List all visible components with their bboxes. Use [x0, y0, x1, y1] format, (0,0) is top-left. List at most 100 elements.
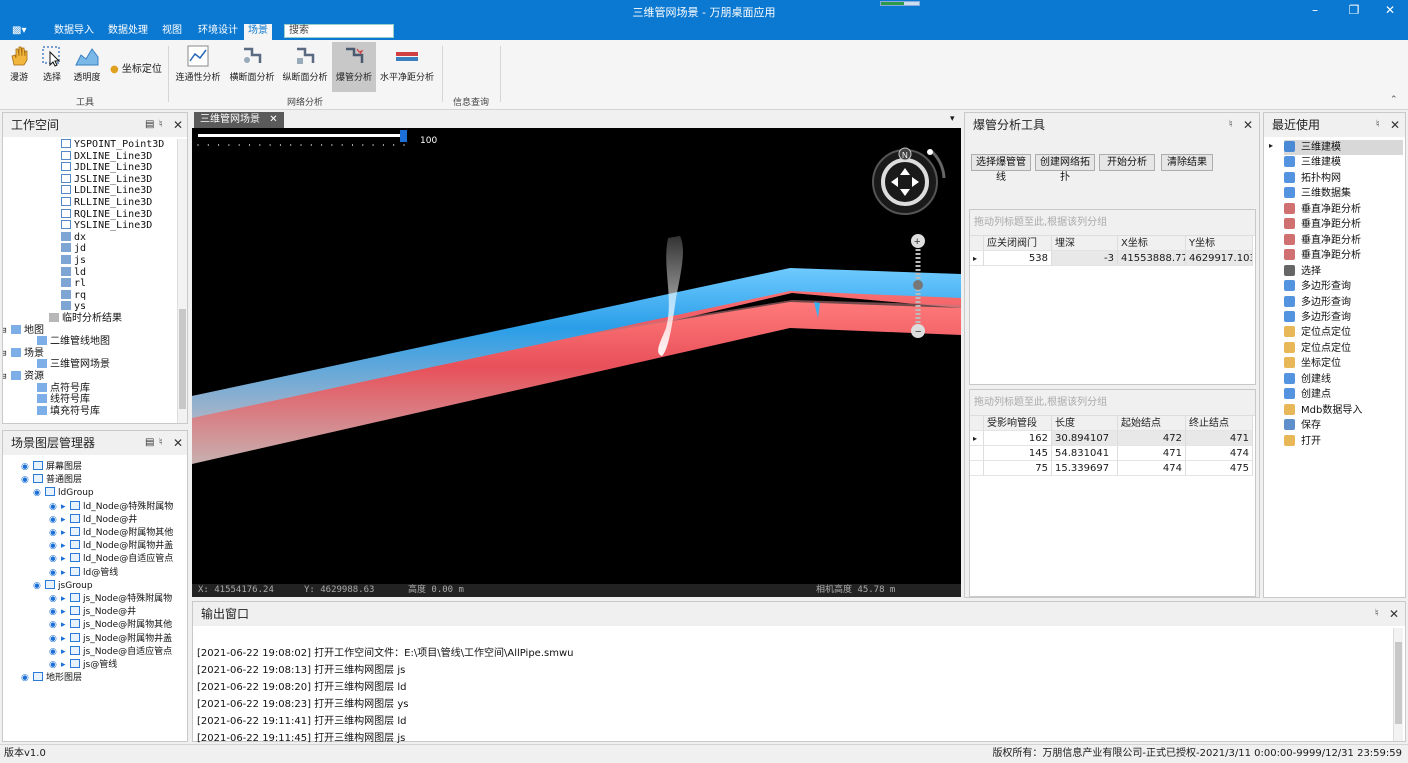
start-analysis-button[interactable]: 开始分析 — [1099, 154, 1155, 171]
coord-locate-button[interactable]: ● 坐标定位 — [110, 60, 162, 75]
layer-tree-item[interactable]: ◉ ldGroup — [33, 487, 94, 499]
selectable-icon[interactable]: ▸ — [61, 593, 70, 605]
pin-icon[interactable]: ♮ — [159, 431, 163, 455]
transparency-button[interactable]: 透明度 — [70, 42, 104, 92]
workspace-tree-item[interactable]: ⊟ 资源 — [3, 371, 44, 383]
table-cell[interactable]: 471 — [1186, 431, 1253, 446]
layer-tree-item[interactable]: ◉ ▸ ld@管线 — [49, 566, 118, 579]
recent-item[interactable]: 拓扑构网 — [1284, 171, 1341, 186]
expand-icon[interactable]: ⊟ — [3, 325, 11, 337]
tab-environment[interactable]: 环境设计 — [194, 24, 242, 40]
workspace-tree-item[interactable]: 三维管网场景 — [27, 359, 110, 371]
workspace-tree-item[interactable]: YSPOINT_Point3D — [51, 139, 164, 151]
recent-item[interactable]: 创建点 — [1284, 387, 1331, 402]
recent-item[interactable]: 三维建模 — [1284, 140, 1403, 155]
workspace-tree-item[interactable]: ⊟ 场景 — [3, 347, 44, 360]
tab-view[interactable]: 视图 — [158, 24, 186, 40]
eye-icon[interactable]: ◉ — [49, 619, 61, 631]
recent-item[interactable]: 选择 — [1284, 264, 1321, 279]
table-cell[interactable]: 471 — [1118, 446, 1186, 461]
close-button[interactable]: ✕ — [1380, 3, 1400, 17]
tab-3d-scene[interactable]: 三维管网场景 ✕ — [194, 112, 284, 128]
layer-tree-item[interactable]: ◉ ▸ js_Node@特殊附属物 — [49, 593, 172, 605]
search-input[interactable]: 搜索 — [284, 24, 394, 38]
workspace-tree-item[interactable]: rl — [51, 278, 86, 290]
table-cell[interactable]: 15.339697 — [1052, 461, 1118, 476]
eye-icon[interactable]: ◉ — [49, 646, 61, 658]
close-icon[interactable]: ✕ — [173, 113, 183, 137]
layer-tree-item[interactable]: ◉ ▸ js_Node@自适应管点 — [49, 645, 172, 658]
selectable-icon[interactable]: ▸ — [61, 527, 70, 539]
eye-icon[interactable]: ◉ — [49, 593, 61, 605]
recent-item[interactable]: 定位点定位 — [1284, 325, 1351, 340]
recent-item[interactable]: 保存 — [1284, 418, 1321, 433]
row-indicator[interactable]: ▸ — [970, 251, 984, 266]
table-cell[interactable]: 54.831041 — [1052, 446, 1118, 461]
column-header[interactable]: Y坐标 — [1186, 236, 1253, 251]
pin-icon[interactable]: ♮ — [1376, 113, 1380, 137]
recent-item[interactable]: 垂直净距分析 — [1284, 248, 1361, 263]
close-icon[interactable]: ✕ — [173, 431, 183, 455]
recent-item[interactable]: 三维建模 — [1284, 155, 1341, 170]
tab-list-icon[interactable]: ▾ — [950, 114, 955, 124]
select-burst-pipe-button[interactable]: 选择爆管管线 — [971, 154, 1031, 183]
table-cell[interactable]: 145 — [984, 446, 1052, 461]
selectable-icon[interactable]: ▸ — [61, 514, 70, 526]
workspace-tree-item[interactable]: rq — [51, 289, 86, 302]
column-header[interactable]: 应关闭阀门 — [984, 236, 1052, 251]
table-cell[interactable]: 4629917.103... — [1186, 251, 1253, 266]
recent-item[interactable]: 创建线 — [1284, 372, 1331, 387]
workspace-tree-item[interactable]: js — [51, 255, 86, 267]
table-cell[interactable]: -3 — [1052, 251, 1118, 266]
column-header[interactable]: 起始结点 — [1118, 416, 1186, 431]
workspace-tree-item[interactable]: ld — [51, 266, 86, 279]
pin-icon[interactable]: ♮ — [1375, 602, 1379, 626]
workspace-tree-item[interactable]: LDLINE_Line3D — [51, 185, 152, 197]
horizontal-clearance-button[interactable]: 水平净距分析 — [379, 42, 435, 92]
layer-tree-item[interactable]: ◉ ▸ ld_Node@井 — [49, 513, 137, 526]
zoom-thumb[interactable] — [913, 280, 923, 290]
workspace-tree-item[interactable]: 点符号库 — [27, 382, 90, 395]
cross-section-button[interactable]: 横断面分析 — [228, 42, 276, 92]
recent-item[interactable]: 垂直净距分析 — [1284, 202, 1361, 217]
layer-tree-item[interactable]: ◉ ▸ js_Node@井 — [49, 606, 136, 618]
tab-data-import[interactable]: 数据导入 — [50, 24, 98, 40]
maximize-button[interactable]: ❐ — [1344, 3, 1364, 17]
row-indicator[interactable]: ▸ — [970, 431, 984, 446]
layer-tree-item[interactable]: ◉ ▸ ld_Node@自适应管点 — [49, 553, 173, 565]
layer-tree-item[interactable]: ◉ 地形图层 — [21, 672, 82, 684]
eye-icon[interactable]: ◉ — [49, 567, 61, 579]
table-cell[interactable]: 472 — [1118, 431, 1186, 446]
layer-tree-item[interactable]: ◉ ▸ ld_Node@特殊附属物 — [49, 500, 173, 513]
table-cell[interactable]: 474 — [1186, 446, 1253, 461]
expand-icon[interactable]: ⊟ — [3, 371, 11, 383]
roam-button[interactable]: 漫游 — [4, 42, 34, 92]
column-header[interactable]: 受影响管段 — [984, 416, 1052, 431]
eye-icon[interactable]: ◉ — [33, 487, 45, 499]
workspace-tree-item[interactable]: ys — [51, 301, 86, 313]
selectable-icon[interactable]: ▸ — [61, 646, 70, 658]
eye-icon[interactable]: ◉ — [49, 501, 61, 513]
close-icon[interactable]: ✕ — [1243, 113, 1253, 137]
table-cell[interactable]: 474 — [1118, 461, 1186, 476]
workspace-tree-item[interactable]: RQLINE_Line3D — [51, 208, 152, 221]
table-cell[interactable]: 475 — [1186, 461, 1253, 476]
clear-results-button[interactable]: 清除结果 — [1161, 154, 1213, 171]
recent-item[interactable]: 多边形查询 — [1284, 295, 1351, 310]
eye-icon[interactable]: ◉ — [49, 633, 61, 645]
layer-tree-item[interactable]: ◉ jsGroup — [33, 579, 93, 592]
recent-item[interactable]: 打开 — [1284, 434, 1321, 449]
connectivity-button[interactable]: 连通性分析 — [174, 42, 222, 92]
layer-tree-item[interactable]: ◉ 普通图层 — [21, 474, 82, 486]
selectable-icon[interactable]: ▸ — [61, 633, 70, 645]
workspace-scrollbar[interactable] — [177, 139, 187, 423]
row-indicator[interactable] — [970, 446, 984, 461]
layer-tree-item[interactable]: ◉ ▸ js_Node@附属物其他 — [49, 619, 172, 631]
app-menu-button[interactable]: ▩▾ — [8, 24, 30, 40]
create-topology-button[interactable]: 创建网络拓扑 — [1035, 154, 1095, 183]
pin-icon[interactable]: ♮ — [159, 113, 163, 137]
eye-icon[interactable]: ◉ — [21, 672, 33, 684]
layer-tree-item[interactable]: ◉ ▸ js@管线 — [49, 659, 117, 671]
column-header[interactable]: X坐标 — [1118, 236, 1186, 251]
table-cell[interactable]: 538 — [984, 251, 1052, 266]
